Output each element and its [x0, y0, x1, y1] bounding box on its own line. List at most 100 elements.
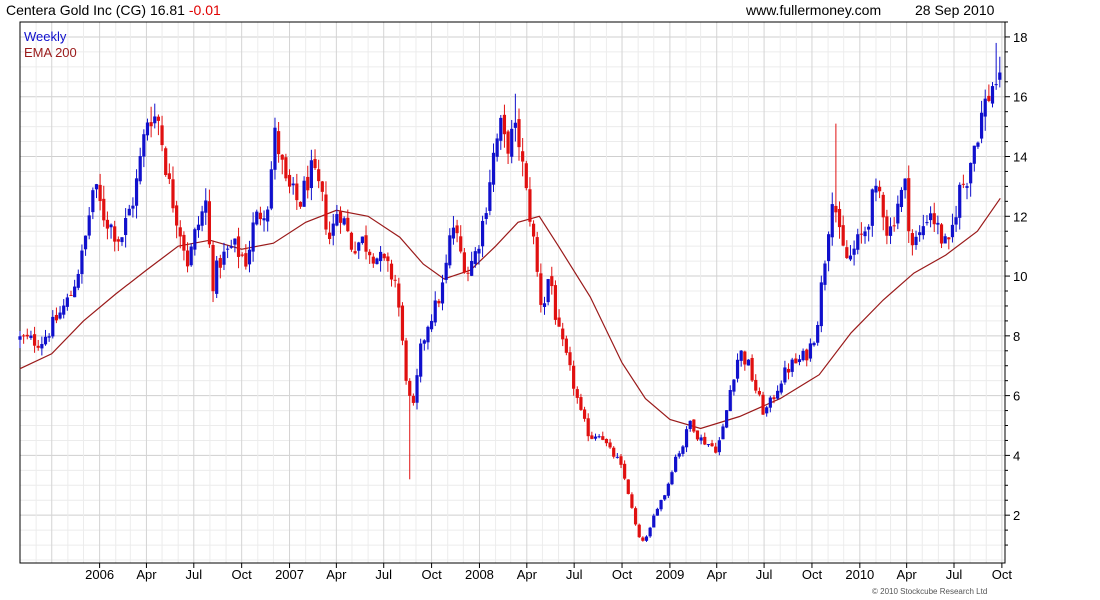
candle-body: [867, 226, 871, 230]
candle-body: [185, 250, 190, 267]
candle-body: [18, 336, 22, 340]
candle-body: [885, 216, 889, 236]
grid-lines: [19, 21, 1005, 563]
candle: [324, 181, 328, 235]
candle: [484, 207, 488, 225]
candle: [251, 212, 255, 262]
y-tick-label: 2: [1013, 508, 1020, 523]
candle-body: [633, 508, 638, 525]
y-tick-label: 4: [1013, 448, 1020, 463]
candle: [877, 180, 882, 199]
candle-body: [167, 173, 171, 180]
candle: [357, 241, 361, 259]
candle: [976, 141, 980, 149]
candle: [58, 306, 62, 320]
candle: [958, 182, 962, 230]
candle-body: [258, 212, 262, 220]
candle-body: [910, 233, 914, 246]
candle-body: [466, 272, 470, 274]
candle-body: [987, 95, 991, 101]
candle-body: [677, 453, 681, 457]
candle: [349, 231, 354, 252]
candle-body: [579, 397, 583, 410]
candle: [189, 243, 193, 267]
candle: [105, 211, 110, 240]
candle-body: [692, 419, 696, 432]
candle: [637, 523, 641, 538]
candle: [695, 430, 700, 442]
candle-body: [644, 536, 649, 541]
candle-body: [328, 232, 332, 239]
candle: [550, 266, 554, 295]
candle: [120, 237, 124, 246]
candle-body: [739, 350, 743, 361]
candle-body: [695, 430, 700, 440]
candle: [761, 391, 765, 415]
candle-body: [22, 335, 26, 337]
candle: [98, 173, 102, 211]
candle-body: [546, 279, 550, 303]
candle-body: [710, 443, 714, 447]
candle-body: [786, 368, 791, 373]
candle: [419, 338, 423, 383]
candle-body: [109, 224, 113, 228]
candle-body: [725, 410, 729, 428]
candle-body: [153, 116, 157, 124]
candle: [287, 169, 292, 194]
candle-body: [830, 204, 834, 238]
candle-body: [903, 178, 907, 191]
candle-body: [557, 317, 561, 327]
candle-body: [451, 227, 456, 239]
candle-body: [51, 316, 55, 337]
y-tick-label: 10: [1013, 269, 1027, 284]
candle: [91, 187, 95, 220]
candle-body: [699, 437, 703, 441]
candle: [229, 239, 233, 249]
candle-body: [582, 409, 587, 419]
candle-body: [648, 527, 652, 537]
candle-body: [502, 114, 507, 135]
candle-body: [870, 189, 874, 226]
candle: [353, 241, 357, 255]
candle-body: [25, 334, 29, 337]
candle-body: [936, 222, 940, 225]
candle-body: [612, 447, 616, 457]
candle: [827, 231, 831, 272]
candle: [364, 225, 368, 260]
candle: [448, 228, 452, 269]
candle-body: [236, 236, 241, 257]
candle-body: [681, 446, 685, 454]
candle-body: [969, 162, 973, 184]
candle-body: [517, 119, 521, 148]
candle: [776, 385, 780, 400]
candle-body: [506, 131, 510, 154]
candle: [313, 149, 317, 171]
candle-body: [896, 203, 900, 224]
candle-body: [834, 205, 838, 213]
candle: [867, 224, 871, 242]
candle-body: [779, 383, 783, 393]
candle: [641, 536, 645, 542]
x-tick-label: Apr: [136, 567, 157, 582]
candle-body: [313, 159, 317, 169]
candle: [200, 205, 204, 232]
legend-entry: Weekly: [24, 29, 67, 44]
candle: [342, 216, 346, 226]
candle: [65, 293, 69, 311]
candle: [335, 204, 339, 227]
candle-body: [958, 184, 962, 218]
candle-body: [320, 181, 324, 192]
candle-body: [925, 222, 929, 224]
candle: [211, 240, 215, 303]
candle: [684, 426, 689, 453]
candle-body: [510, 128, 514, 157]
candle: [160, 115, 164, 152]
candle-body: [874, 185, 878, 193]
candle: [22, 333, 26, 344]
x-tick-label: Oct: [232, 567, 253, 582]
candle-body: [43, 336, 48, 345]
candle: [426, 325, 430, 350]
candle: [856, 228, 860, 255]
candle: [233, 238, 237, 253]
candle: [167, 163, 171, 185]
